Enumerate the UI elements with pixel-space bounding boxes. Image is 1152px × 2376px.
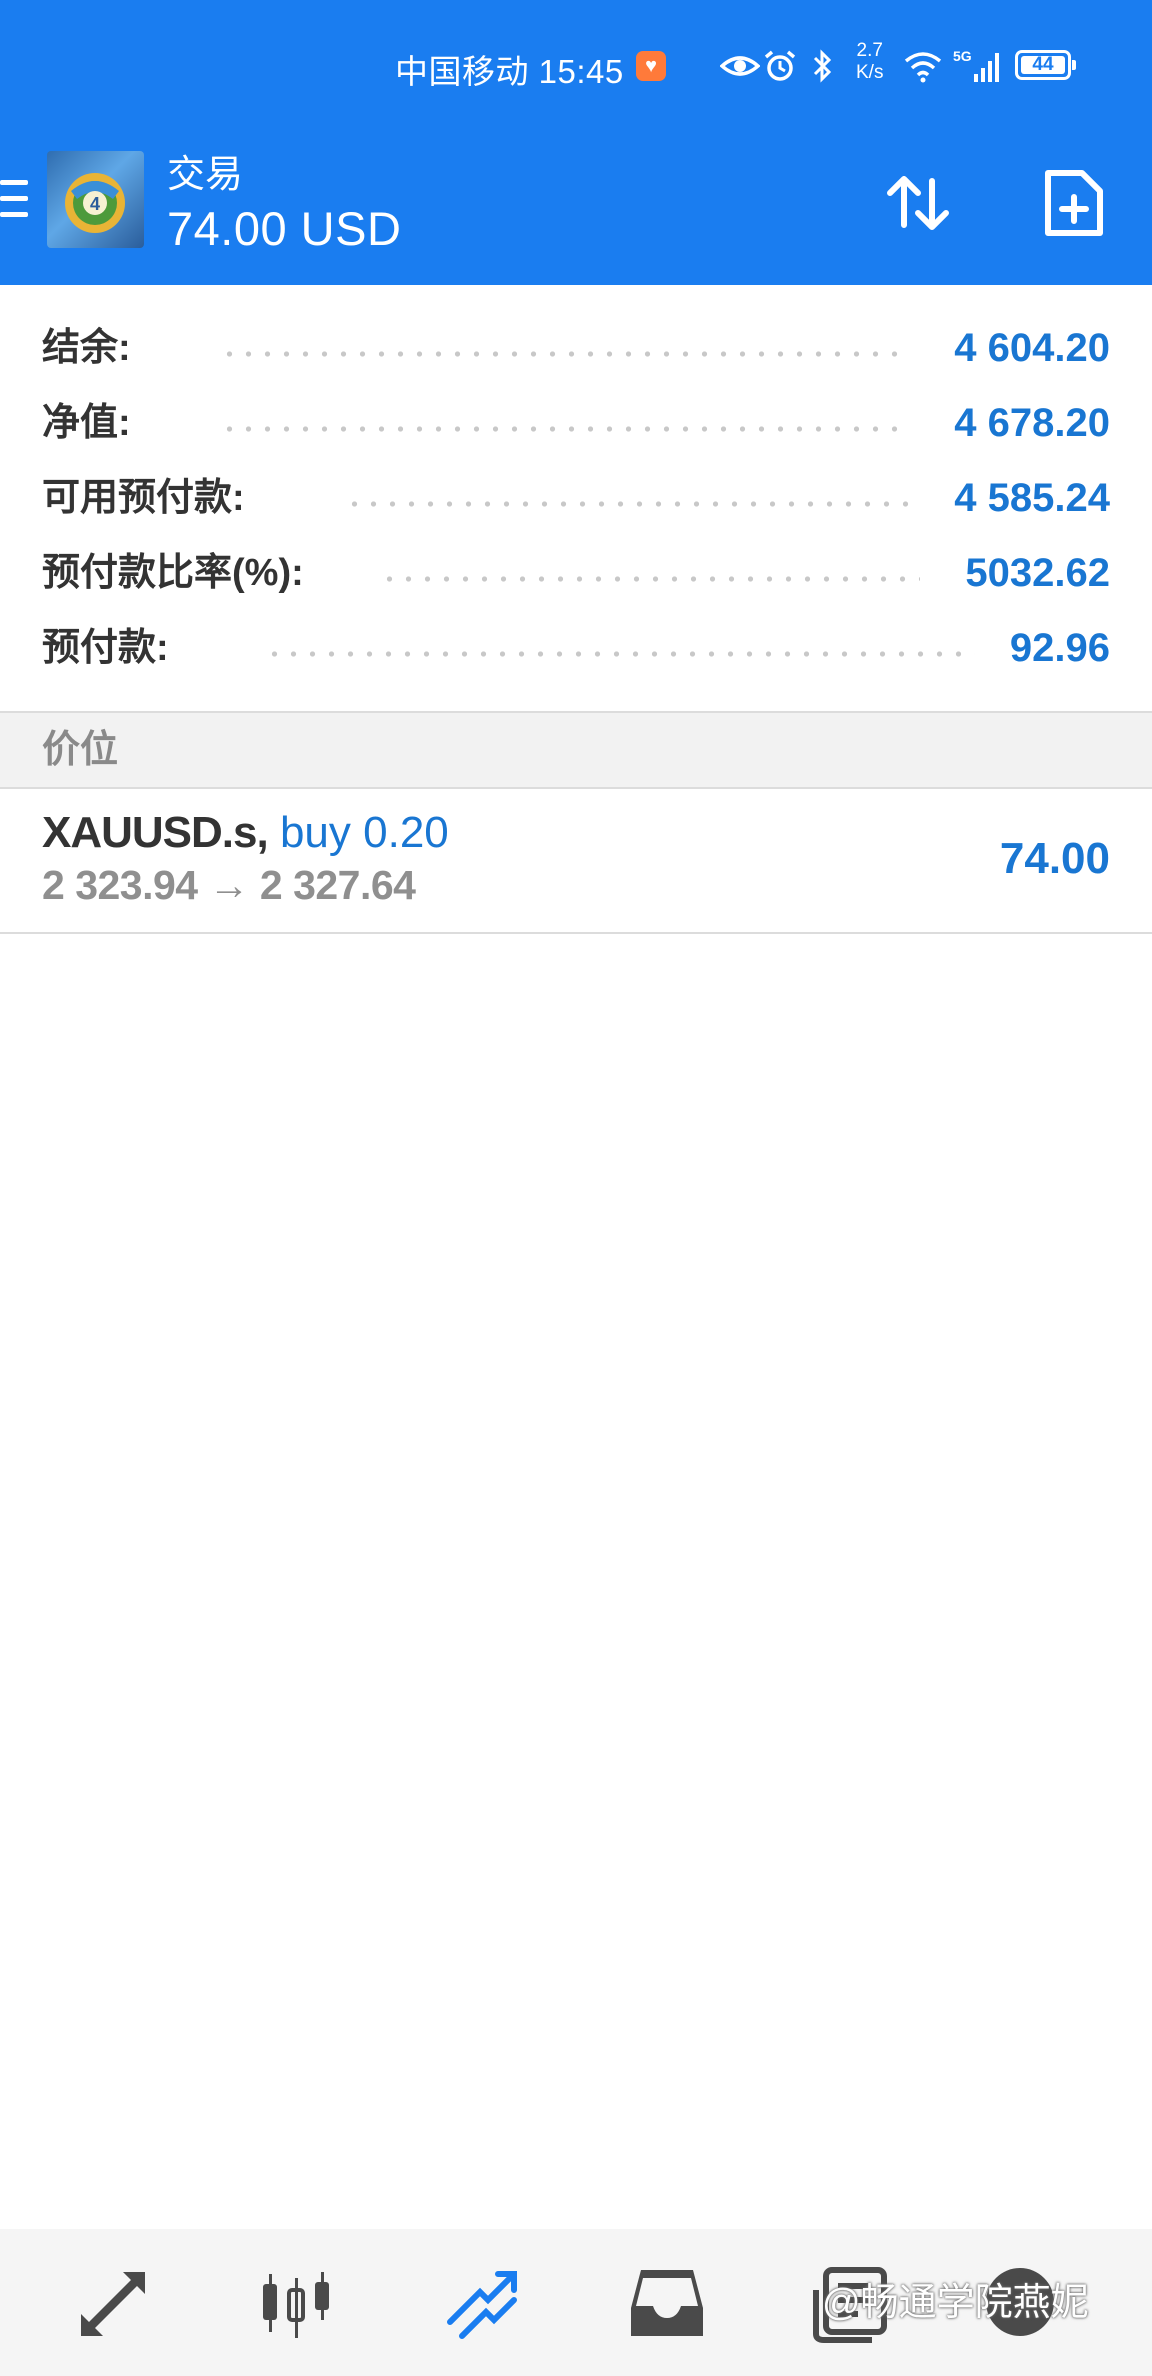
quotes-icon[interactable]: [73, 2264, 153, 2344]
history-icon[interactable]: [627, 2264, 707, 2344]
metatrader-logo: 4: [47, 151, 144, 248]
bluetooth-icon: [813, 49, 832, 83]
section-title: 价位: [42, 729, 119, 771]
alarm-icon: [764, 50, 796, 81]
position-row[interactable]: XAUUSD.s, buy 0.20 2 323.94 → 2 327.64 7…: [0, 789, 1152, 932]
position-symbol: XAUUSD.s,: [42, 808, 269, 857]
summary-label: 结余:: [42, 318, 145, 378]
health-app-icon: ♥: [636, 51, 666, 81]
new-order-icon[interactable]: [1036, 165, 1112, 241]
positions-section-header: 价位: [0, 713, 1152, 787]
network-type: 5G: [953, 48, 972, 64]
trade-icon[interactable]: [442, 2264, 522, 2344]
top-app-bar: 中国移动 15:45 ♥ 2.7 K/s 5G 44 4 交易 74.00 US…: [0, 0, 1152, 285]
summary-value: 92.96: [1009, 626, 1110, 670]
svg-text:4: 4: [90, 194, 100, 214]
summary-row-equity: 净值: 4 678.20: [0, 393, 1152, 453]
watermark-text: @畅通学院燕妮: [822, 2282, 1089, 2324]
position-profit: 74.00: [999, 834, 1110, 883]
speed-unit: K/s: [856, 62, 884, 83]
signal-icon: [974, 53, 999, 82]
divider: [0, 932, 1152, 934]
position-title: XAUUSD.s, buy 0.20: [42, 807, 449, 859]
summary-row-balance: 结余: 4 604.20: [0, 318, 1152, 378]
sort-icon[interactable]: [880, 165, 956, 241]
summary-label: 预付款比率(%):: [42, 543, 318, 603]
eye-icon: [720, 56, 760, 76]
summary-value: 5032.62: [965, 551, 1110, 595]
position-prices: 2 323.94 → 2 327.64: [42, 862, 416, 908]
battery-icon: 44: [1015, 50, 1076, 80]
summary-value: 4 604.20: [954, 326, 1110, 370]
page-title: 交易: [167, 154, 244, 196]
summary-row-free-margin: 可用预付款: 4 585.24: [0, 468, 1152, 528]
status-bar: 中国移动 15:45 ♥ 2.7 K/s 5G 44: [0, 0, 1152, 130]
summary-value: 4 678.20: [954, 401, 1110, 445]
speed-value: 2.7: [856, 40, 883, 61]
battery-level: 44: [1021, 55, 1065, 74]
summary-row-margin: 预付款: 92.96: [0, 618, 1152, 678]
floating-profit: 74.00 USD: [167, 202, 402, 255]
summary-value: 4 585.24: [954, 476, 1110, 520]
summary-label: 净值:: [42, 393, 145, 453]
menu-icon[interactable]: [0, 178, 32, 220]
wifi-icon: [904, 52, 942, 83]
chart-icon[interactable]: [257, 2264, 337, 2344]
network-speed: 2.7 K/s: [856, 40, 883, 84]
summary-label: 可用预付款:: [42, 468, 259, 528]
summary-label: 预付款:: [42, 618, 183, 678]
position-side-volume: buy 0.20: [279, 808, 449, 857]
summary-row-margin-level: 预付款比率(%): 5032.62: [0, 543, 1152, 603]
carrier-time: 中国移动 15:45: [395, 53, 624, 90]
